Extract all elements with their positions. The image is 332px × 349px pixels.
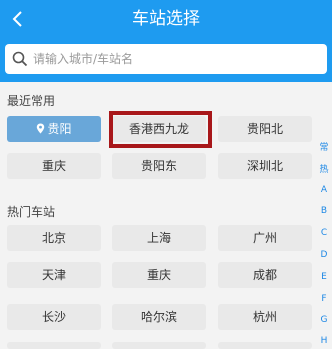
hot-station-button[interactable]: 杭州 bbox=[218, 304, 312, 330]
hot-station-button-partial[interactable] bbox=[7, 342, 101, 349]
hot-station-button-partial[interactable] bbox=[112, 342, 206, 349]
search-box[interactable] bbox=[5, 44, 327, 74]
index-bar-item[interactable]: A bbox=[318, 185, 330, 195]
index-bar-item[interactable]: B bbox=[318, 206, 330, 216]
recent-station-button[interactable]: 香港西九龙 bbox=[112, 116, 206, 142]
hot-station-button[interactable]: 天津 bbox=[7, 262, 101, 288]
hot-station-button-partial[interactable] bbox=[218, 342, 312, 349]
header-bar: 车站选择 bbox=[0, 0, 332, 38]
hot-station-button[interactable]: 成都 bbox=[218, 262, 312, 288]
index-bar-item[interactable]: C bbox=[318, 228, 330, 238]
index-bar-item[interactable]: 热 bbox=[318, 162, 330, 175]
page-title: 车站选择 bbox=[132, 9, 200, 29]
hot-station-button[interactable]: 哈尔滨 bbox=[112, 304, 206, 330]
index-bar-item[interactable]: 常 bbox=[318, 140, 330, 153]
index-bar-item[interactable]: G bbox=[318, 315, 330, 325]
recent-section-label: 最近常用 bbox=[7, 94, 56, 108]
recent-station-button[interactable]: 贵阳北 bbox=[218, 116, 312, 142]
recent-station-button[interactable]: 贵阳东 bbox=[112, 153, 206, 179]
station-label: 贵阳 bbox=[47, 122, 72, 136]
recent-station-button[interactable]: 深圳北 bbox=[218, 153, 312, 179]
recent-station-button[interactable]: 贵阳 bbox=[7, 116, 101, 142]
index-bar-item[interactable]: D bbox=[318, 250, 330, 260]
index-bar-item[interactable]: E bbox=[318, 272, 330, 282]
hot-station-button[interactable]: 上海 bbox=[112, 225, 206, 251]
index-bar-item[interactable]: F bbox=[318, 294, 330, 304]
hot-station-button[interactable]: 重庆 bbox=[112, 262, 206, 288]
hot-station-button[interactable]: 长沙 bbox=[7, 304, 101, 330]
search-icon bbox=[12, 51, 28, 67]
hot-station-button[interactable]: 广州 bbox=[218, 225, 312, 251]
recent-station-button[interactable]: 重庆 bbox=[7, 153, 101, 179]
hot-station-button[interactable]: 北京 bbox=[7, 225, 101, 251]
index-bar-item[interactable]: H bbox=[318, 336, 330, 346]
search-input[interactable] bbox=[33, 44, 318, 74]
location-pin-icon bbox=[37, 123, 45, 134]
hot-section-label: 热门车站 bbox=[7, 205, 56, 219]
search-bar bbox=[0, 38, 332, 82]
